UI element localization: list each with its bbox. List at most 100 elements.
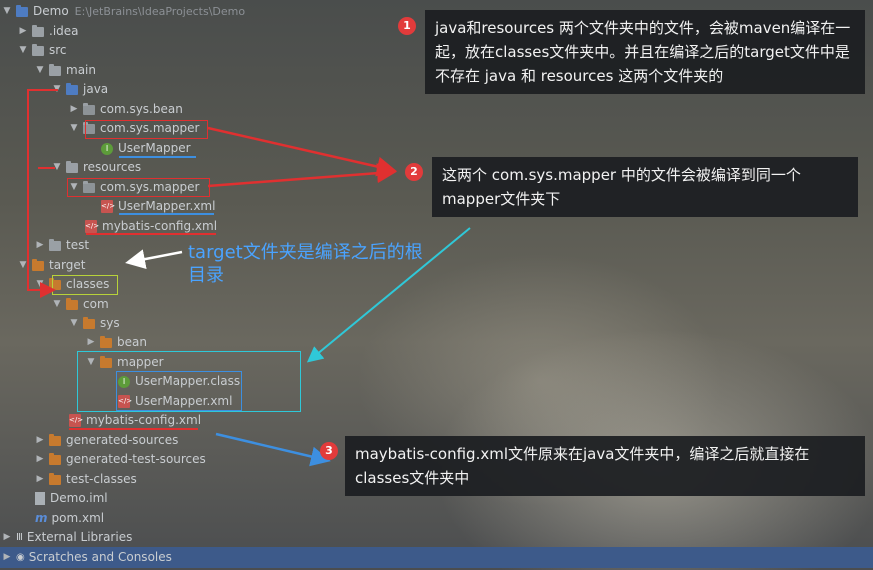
tree-item-label: Demo.iml xyxy=(50,491,108,505)
tree-item-usermapper-class[interactable]: I UserMapper.class xyxy=(118,372,240,391)
tree-item-mapper[interactable]: ▼ mapper xyxy=(86,353,164,372)
tree-item-generated-sources[interactable]: ▶ generated-sources xyxy=(35,431,179,450)
callout-1-badge: 1 xyxy=(398,17,416,35)
excluded-folder-icon xyxy=(100,355,112,368)
chevron-down-icon[interactable]: ▼ xyxy=(18,256,28,275)
tree-item-label: UserMapper xyxy=(118,141,191,155)
chevron-down-icon[interactable]: ▼ xyxy=(52,80,62,99)
target-note: target文件夹是编译之后的根目录 xyxy=(188,242,423,286)
package-icon xyxy=(83,121,95,134)
chevron-right-icon[interactable]: ▶ xyxy=(2,548,12,567)
tree-item-label: test xyxy=(66,238,90,252)
tree-item-idea[interactable]: ▶ .idea xyxy=(18,22,79,41)
tree-item-main[interactable]: ▼ main xyxy=(35,61,96,80)
interface-icon: I xyxy=(118,375,130,388)
excluded-folder-icon xyxy=(32,258,44,271)
tree-item-label: src xyxy=(49,43,67,57)
chevron-down-icon[interactable]: ▼ xyxy=(86,353,96,372)
tree-item-com-sys-bean[interactable]: ▶ com.sys.bean xyxy=(69,100,183,119)
chevron-down-icon[interactable]: ▼ xyxy=(69,119,79,138)
tree-item-external-libraries[interactable]: ▶ Ⅲ External Libraries xyxy=(2,528,133,547)
tree-item-label: pom.xml xyxy=(51,511,105,525)
tree-item-label: java xyxy=(83,82,109,96)
callout-3-text: maybatis-config.xml文件原来在java文件夹中，编译之后就直接… xyxy=(355,445,810,487)
tree-item-sys[interactable]: ▼ sys xyxy=(69,314,120,333)
tree-item-label: mapper xyxy=(117,355,164,369)
xml-file-icon: </> xyxy=(69,414,83,427)
tree-item-label: .idea xyxy=(49,24,79,38)
chevron-right-icon[interactable]: ▶ xyxy=(35,236,45,255)
tree-item-label: com.sys.bean xyxy=(100,102,183,116)
excluded-folder-icon xyxy=(49,277,61,290)
excluded-folder-icon xyxy=(49,452,61,465)
package-icon xyxy=(83,102,95,115)
chevron-down-icon[interactable]: ▼ xyxy=(69,314,79,333)
excluded-folder-icon xyxy=(83,316,95,329)
tree-item-demo-iml[interactable]: Demo.iml xyxy=(35,489,108,508)
tree-item-label: com xyxy=(83,297,109,311)
folder-icon xyxy=(32,24,44,37)
tree-item-classes[interactable]: ▼ classes xyxy=(35,275,110,294)
tree-item-label: main xyxy=(66,63,96,77)
tree-item-mybatis-config-target[interactable]: </> mybatis-config.xml xyxy=(69,411,201,430)
chevron-right-icon[interactable]: ▶ xyxy=(35,431,45,450)
tree-item-com[interactable]: ▼ com xyxy=(52,295,109,314)
tree-item-label: resources xyxy=(83,160,142,174)
root-name: Demo xyxy=(33,4,69,18)
chevron-right-icon[interactable]: ▶ xyxy=(2,528,12,547)
chevron-down-icon[interactable]: ▼ xyxy=(2,2,12,21)
callout-3: maybatis-config.xml文件原来在java文件夹中，编译之后就直接… xyxy=(345,436,865,496)
tree-item-label: UserMapper.xml xyxy=(118,199,216,213)
module-folder-icon xyxy=(16,4,28,17)
chevron-down-icon[interactable]: ▼ xyxy=(35,275,45,294)
tree-item-label: com.sys.mapper xyxy=(100,180,200,194)
source-folder-icon xyxy=(66,82,78,95)
tree-item-label: sys xyxy=(100,316,120,330)
tree-item-com-sys-mapper-res[interactable]: ▼ com.sys.mapper xyxy=(69,178,200,197)
excluded-folder-icon xyxy=(49,433,61,446)
tree-item-generated-test-sources[interactable]: ▶ generated-test-sources xyxy=(35,450,206,469)
chevron-right-icon[interactable]: ▶ xyxy=(18,22,28,41)
tree-item-mybatis-config-src[interactable]: </> mybatis-config.xml xyxy=(85,217,217,236)
chevron-right-icon[interactable]: ▶ xyxy=(35,470,45,489)
tree-item-label: UserMapper.xml xyxy=(135,394,233,408)
tree-item-label: generated-test-sources xyxy=(66,452,206,466)
tree-item-label: test-classes xyxy=(66,472,137,486)
tree-item-label: classes xyxy=(66,277,110,291)
tree-item-label: UserMapper.class xyxy=(135,374,241,388)
tree-item-com-sys-mapper-java[interactable]: ▼ com.sys.mapper xyxy=(69,119,200,138)
callout-2-badge: 2 xyxy=(405,163,423,181)
tree-item-bean[interactable]: ▶ bean xyxy=(86,333,147,352)
xml-file-icon: </> xyxy=(101,200,115,213)
chevron-down-icon[interactable]: ▼ xyxy=(52,295,62,314)
tree-item-label: target xyxy=(49,258,86,272)
tree-item-usermapper-xml-target[interactable]: </> UserMapper.xml xyxy=(118,392,232,411)
tree-item-target[interactable]: ▼ target xyxy=(18,256,86,275)
tree-item-java[interactable]: ▼ java xyxy=(52,80,109,99)
tree-item-test-classes[interactable]: ▶ test-classes xyxy=(35,470,137,489)
chevron-down-icon[interactable]: ▼ xyxy=(52,158,62,177)
xml-file-icon: </> xyxy=(85,220,99,233)
interface-icon: I xyxy=(101,142,113,155)
maven-icon: m xyxy=(35,511,48,525)
tree-item-pom-xml[interactable]: m pom.xml xyxy=(35,509,104,528)
tree-item-test[interactable]: ▶ test xyxy=(35,236,90,255)
scratches-icon: ◉ xyxy=(16,552,25,563)
tree-item-src[interactable]: ▼ src xyxy=(18,41,67,60)
tree-item-label: com.sys.mapper xyxy=(100,121,200,135)
callout-3-badge: 3 xyxy=(320,442,338,460)
tree-item-resources[interactable]: ▼ resources xyxy=(52,158,142,177)
folder-icon xyxy=(32,43,44,56)
chevron-down-icon[interactable]: ▼ xyxy=(35,61,45,80)
chevron-right-icon[interactable]: ▶ xyxy=(35,450,45,469)
tree-root[interactable]: ▼ Demo E:\JetBrains\IdeaProjects\Demo xyxy=(2,2,246,21)
tree-item-scratches[interactable]: ▶ ◉ Scratches and Consoles xyxy=(2,548,172,567)
tree-item-label: mybatis-config.xml xyxy=(86,413,202,427)
chevron-right-icon[interactable]: ▶ xyxy=(69,100,79,119)
tree-item-usermapper-xml[interactable]: </> UserMapper.xml xyxy=(101,197,215,216)
chevron-right-icon[interactable]: ▶ xyxy=(86,333,96,352)
chevron-down-icon[interactable]: ▼ xyxy=(18,41,28,60)
tree-item-usermapper[interactable]: I UserMapper xyxy=(101,139,191,158)
xml-file-icon: </> xyxy=(118,395,132,408)
chevron-down-icon[interactable]: ▼ xyxy=(69,178,79,197)
